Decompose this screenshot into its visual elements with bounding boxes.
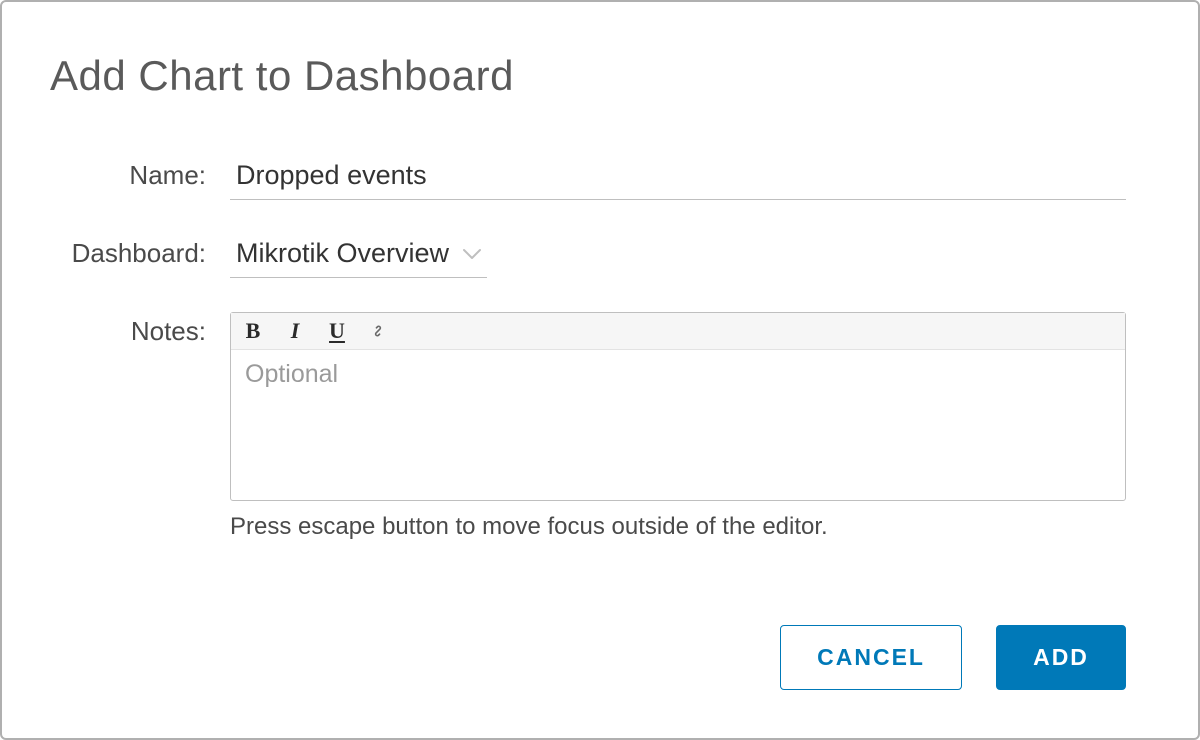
notes-hint: Press escape button to move focus outsid… [230, 513, 1126, 541]
name-label: Name: [50, 156, 230, 191]
name-input[interactable] [230, 156, 1126, 200]
dashboard-row: Dashboard: Mikrotik Overview [50, 234, 1126, 278]
cancel-button[interactable]: CANCEL [780, 625, 962, 690]
notes-textarea[interactable]: Optional [231, 350, 1125, 500]
editor-toolbar: B I U [231, 313, 1125, 350]
dashboard-label: Dashboard: [50, 234, 230, 269]
add-button[interactable]: ADD [996, 625, 1126, 690]
bold-button[interactable]: B [241, 320, 265, 342]
link-button[interactable] [367, 320, 389, 342]
link-icon [368, 321, 388, 341]
button-row: CANCEL ADD [780, 625, 1126, 690]
notes-editor: B I U Optional [230, 312, 1126, 501]
dashboard-dropdown[interactable]: Mikrotik Overview [230, 234, 487, 278]
underline-button[interactable]: U [325, 320, 349, 342]
notes-label: Notes: [50, 312, 230, 347]
notes-row: Notes: B I U Optional Press escape butto… [50, 312, 1126, 541]
chevron-down-icon [463, 248, 481, 260]
dashboard-value: Mikrotik Overview [236, 238, 449, 269]
name-row: Name: [50, 156, 1126, 200]
modal-title: Add Chart to Dashboard [50, 52, 1126, 100]
add-chart-modal: Add Chart to Dashboard Name: Dashboard: … [0, 0, 1200, 740]
italic-button[interactable]: I [283, 320, 307, 342]
